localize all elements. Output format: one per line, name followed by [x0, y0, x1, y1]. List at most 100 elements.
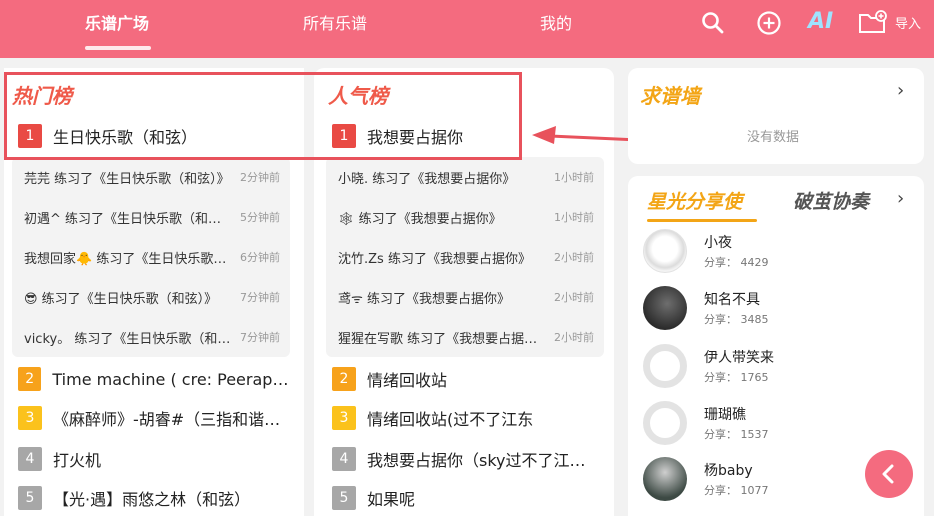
add-circle-icon[interactable]	[756, 10, 782, 36]
activity-item: 我想回家🐥 练习了《生日快乐歌（和弦）》 6分钟前	[24, 247, 280, 267]
activity-text: vicky。 练习了《生日快乐歌（和弦）》	[24, 331, 234, 347]
activity-text: 小晓. 练习了《我想要占据你》	[338, 171, 516, 187]
hot-rank-title: 【光·遇】雨悠之林（和弦）	[53, 490, 251, 509]
sharer-row[interactable]: 小夜 分享： 4429	[643, 228, 769, 274]
share-count: 1765	[740, 371, 769, 384]
popular-rank-title: 情绪回收站	[367, 371, 448, 390]
popular-rank-title: 情绪回收站(过不了江东	[367, 410, 534, 429]
popular-rank-title: 我想要占据你（sky过不了江…	[367, 451, 586, 470]
tab-cocoon-ensemble[interactable]: 破茧协奏	[793, 187, 869, 214]
search-icon[interactable]	[700, 10, 726, 36]
sharer-name: 知名不具	[704, 292, 760, 308]
popular-activity-feed: 小晓. 练习了《我想要占据你》 1小时前 🕸 练习了《我想要占据你》 1小时前 沈竹…	[326, 157, 604, 357]
hot-rank-4[interactable]: 4 打火机	[18, 446, 298, 472]
hot-rank-title: 打火机	[53, 451, 102, 470]
sharer-count: 分享： 1765	[704, 369, 774, 385]
import-label[interactable]: 导入	[895, 13, 921, 32]
share-count: 1537	[740, 428, 769, 441]
share-label: 分享：	[704, 256, 737, 269]
tab-star-sharers[interactable]: 星光分享使	[647, 187, 742, 214]
activity-item: 🕸 练习了《我想要占据你》 1小时前	[338, 207, 594, 227]
sharer-count: 分享： 1077	[704, 482, 769, 498]
tab-all-scores[interactable]: 所有乐谱	[303, 10, 367, 34]
activity-item: 鸢ᯤ 练习了《我想要占据你》 2小时前	[338, 287, 594, 307]
popular-rank-title: 如果呢	[367, 490, 416, 509]
activity-item: 😎 练习了《生日快乐歌（和弦）》 7分钟前	[24, 287, 280, 307]
activity-item: 沈竹.Zs 练习了《我想要占据你》 2小时前	[338, 247, 594, 267]
sharer-count: 分享： 4429	[704, 254, 769, 270]
activity-text: 芫芫 练习了《生日快乐歌（和弦）》	[24, 171, 230, 187]
rank-badge: 5	[332, 486, 356, 510]
activity-item: 初遇^ 练习了《生日快乐歌（和弦）》 5分钟前	[24, 207, 280, 227]
activity-text: 我想回家🐥 练习了《生日快乐歌（和弦）》	[24, 251, 234, 267]
popular-rank-5[interactable]: 5 如果呢	[332, 485, 602, 511]
highlight-box	[4, 72, 522, 160]
ai-icon[interactable]: AI	[808, 9, 833, 34]
request-wall-title: 求谱墙	[640, 84, 700, 108]
sharer-row[interactable]: 知名不具 分享： 3485	[643, 285, 769, 331]
popular-rank-2[interactable]: 2 情绪回收站	[332, 366, 602, 392]
sharer-count: 分享： 1537	[704, 426, 769, 442]
tab-mine[interactable]: 我的	[540, 10, 572, 34]
hot-rank-2[interactable]: 2 Time machine ( cre: Peerapet…	[18, 366, 298, 392]
share-count: 1077	[740, 484, 769, 497]
share-count: 3485	[740, 313, 769, 326]
share-label: 分享：	[704, 428, 737, 441]
activity-time: 2小时前	[554, 291, 594, 304]
sharer-name: 小夜	[704, 235, 732, 251]
avatar	[643, 286, 687, 330]
activity-time: 1小时前	[554, 211, 594, 224]
rank-badge: 2	[18, 367, 42, 391]
hot-rank-3[interactable]: 3 《麻醉师》-胡睿#（三指和谐…	[18, 405, 298, 431]
ai-label: AI	[808, 9, 834, 34]
activity-time: 7分钟前	[240, 331, 280, 344]
sharer-count: 分享： 3485	[704, 311, 769, 327]
activity-text: 😎 练习了《生日快乐歌（和弦）》	[24, 291, 218, 307]
avatar	[643, 457, 687, 501]
sharer-row[interactable]: 珊瑚礁 分享： 1537	[643, 400, 769, 446]
rank-badge: 4	[18, 447, 42, 471]
activity-time: 2小时前	[554, 331, 594, 344]
activity-time: 2分钟前	[240, 171, 280, 184]
activity-item: 猩猩在写歌 练习了《我想要占据你》 2小时前	[338, 327, 594, 347]
activity-item: 芫芫 练习了《生日快乐歌（和弦）》 2分钟前	[24, 167, 280, 187]
rank-badge: 3	[332, 406, 356, 430]
popular-rank-4[interactable]: 4 我想要占据你（sky过不了江…	[332, 446, 602, 472]
tab-score-square[interactable]: 乐谱广场	[85, 10, 149, 34]
rank-badge: 2	[332, 367, 356, 391]
avatar	[643, 229, 687, 273]
active-tab-indicator	[85, 46, 151, 50]
chevron-right-icon[interactable]: ›	[897, 80, 904, 101]
activity-text: 沈竹.Zs 练习了《我想要占据你》	[338, 251, 531, 267]
sharer-row[interactable]: 杨baby 分享： 1077	[643, 456, 769, 502]
sharer-name: 杨baby	[704, 463, 753, 479]
top-bar: 乐谱广场 所有乐谱 我的 AI 导入	[0, 0, 934, 58]
rank-badge: 5	[18, 486, 42, 510]
folder-add-icon[interactable]	[858, 10, 888, 36]
hot-rank-title: Time machine ( cre: Peerapet…	[52, 369, 298, 389]
collapse-button[interactable]	[865, 450, 913, 498]
rank-badge: 4	[332, 447, 356, 471]
chevron-left-icon	[882, 464, 894, 484]
activity-time: 7分钟前	[240, 291, 280, 304]
activity-time: 5分钟前	[240, 211, 280, 224]
active-tab-underline	[647, 219, 757, 222]
avatar	[643, 401, 687, 445]
share-label: 分享：	[704, 484, 737, 497]
activity-text: 🕸 练习了《我想要占据你》	[338, 211, 502, 227]
empty-state-text: 没有数据	[747, 130, 800, 145]
activity-text: 鸢ᯤ 练习了《我想要占据你》	[338, 291, 511, 307]
sharer-row[interactable]: 伊人带笑来 分享： 1765	[643, 343, 774, 389]
activity-text: 初遇^ 练习了《生日快乐歌（和弦）》	[24, 211, 234, 227]
share-count: 4429	[740, 256, 769, 269]
activity-time: 2小时前	[554, 251, 594, 264]
hot-activity-feed: 芫芫 练习了《生日快乐歌（和弦）》 2分钟前 初遇^ 练习了《生日快乐歌（和弦）》…	[12, 157, 290, 357]
popular-rank-3[interactable]: 3 情绪回收站(过不了江东	[332, 405, 602, 431]
activity-item: 小晓. 练习了《我想要占据你》 1小时前	[338, 167, 594, 187]
activity-time: 1小时前	[554, 171, 594, 184]
chevron-right-icon[interactable]: ›	[897, 188, 904, 209]
activity-time: 6分钟前	[240, 251, 280, 264]
share-label: 分享：	[704, 313, 737, 326]
share-label: 分享：	[704, 371, 737, 384]
hot-rank-5[interactable]: 5 【光·遇】雨悠之林（和弦）	[18, 485, 298, 511]
